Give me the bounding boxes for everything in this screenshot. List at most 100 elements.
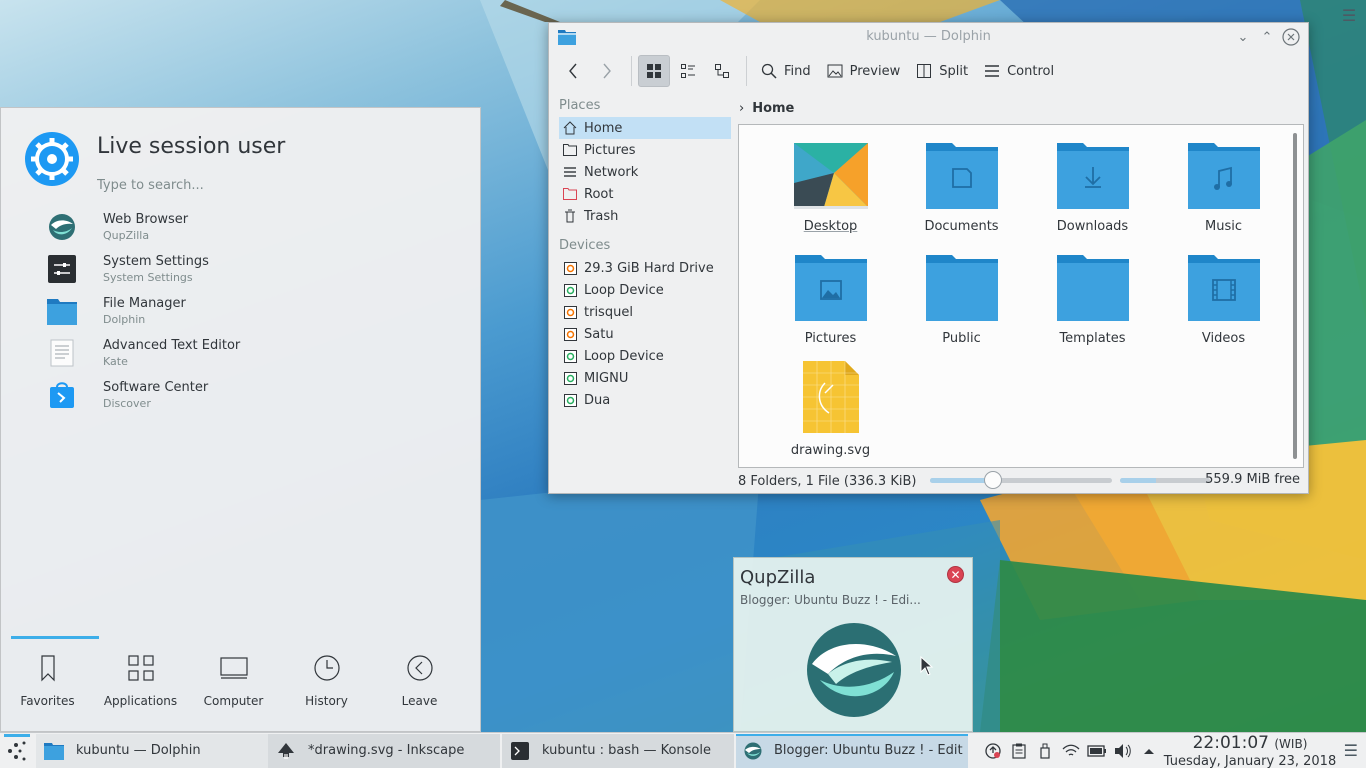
toolbar-separator	[746, 56, 747, 86]
favorite-software-center[interactable]: Software Center Discover	[41, 374, 461, 416]
file-name: Downloads	[1056, 219, 1129, 234]
settings-icon	[47, 254, 77, 284]
dolphin-toolbar: Find Preview Split Control	[549, 53, 1308, 89]
vertical-scrollbar[interactable]	[1293, 133, 1297, 459]
close-button[interactable]	[1281, 27, 1301, 47]
file-item-desktop[interactable]: Desktop	[765, 139, 896, 251]
device-item[interactable]: Loop Device	[559, 279, 731, 301]
details-view-button[interactable]	[706, 55, 738, 87]
task-dolphin[interactable]: kubuntu — Dolphin	[36, 733, 268, 768]
maximize-button[interactable]: ⌃	[1257, 27, 1277, 47]
device-item[interactable]: trisquel	[559, 301, 731, 323]
task-inkscape[interactable]: *drawing.svg - Inkscape	[268, 733, 500, 768]
preview-button[interactable]: Preview	[819, 55, 909, 87]
tab-leave[interactable]: Leave	[373, 648, 466, 718]
application-launcher-button[interactable]	[0, 733, 36, 768]
tab-computer[interactable]: Computer	[187, 648, 280, 718]
file-name: Pictures	[804, 331, 857, 346]
qupzilla-logo-icon	[807, 623, 901, 717]
window-title: kubuntu — Dolphin	[866, 29, 991, 44]
usb-device-icon[interactable]	[1032, 740, 1058, 762]
file-item-videos[interactable]: Videos	[1158, 251, 1289, 363]
tab-favorites[interactable]: Favorites	[1, 648, 94, 718]
tab-history[interactable]: History	[280, 648, 373, 718]
search-icon	[761, 63, 777, 79]
favorite-title: Web Browser	[103, 212, 189, 227]
tray-expand-icon[interactable]	[1136, 740, 1162, 762]
device-item[interactable]: Loop Device	[559, 345, 731, 367]
minimize-button[interactable]: ⌄	[1233, 27, 1253, 47]
file-name: drawing.svg	[790, 443, 871, 458]
device-label: Dua	[584, 392, 611, 408]
device-item[interactable]: Dua	[559, 389, 731, 411]
file-item-music[interactable]: Music	[1158, 139, 1289, 251]
kickoff-icon	[8, 741, 26, 760]
window-preview-tooltip[interactable]: QupZilla Blogger: Ubuntu Buzz ! - Edi...…	[733, 557, 973, 732]
zoom-slider[interactable]	[930, 471, 1112, 489]
computer-icon	[219, 657, 248, 679]
device-item[interactable]: MIGNU	[559, 367, 731, 389]
applications-grid-icon	[127, 655, 154, 681]
file-item-templates[interactable]: Templates	[1027, 251, 1158, 363]
battery-icon[interactable]	[1084, 740, 1110, 762]
forward-button[interactable]	[591, 55, 623, 87]
digital-clock[interactable]: 22:01:07 (WIB) Tuesday, January 23, 2018	[1160, 734, 1340, 768]
device-item[interactable]: Satu	[559, 323, 731, 345]
network-icon	[563, 165, 577, 179]
favorite-title: Advanced Text Editor	[103, 338, 241, 353]
icons-view-button[interactable]	[638, 55, 670, 87]
places-label: Home	[584, 120, 623, 136]
clock-time: 22:01:07	[1192, 733, 1269, 753]
control-button[interactable]: Control	[976, 55, 1062, 87]
back-button[interactable]	[557, 55, 589, 87]
task-label: kubuntu — Dolphin	[76, 743, 201, 758]
places-item-pictures[interactable]: Pictures	[559, 139, 731, 161]
tooltip-close-button[interactable]: ✕	[947, 566, 964, 583]
clipboard-icon[interactable]	[1006, 740, 1032, 762]
favorite-title: System Settings	[103, 254, 209, 269]
application-launcher: Live session user Web Browser QupZilla S…	[0, 107, 481, 732]
places-item-network[interactable]: Network	[559, 161, 731, 183]
file-view[interactable]: Desktop Documents Downloads Music Pictur…	[738, 124, 1304, 468]
updates-icon[interactable]	[980, 740, 1006, 762]
places-item-root[interactable]: Root	[559, 183, 731, 205]
breadcrumb[interactable]: › Home	[739, 97, 794, 119]
drive-icon	[563, 305, 577, 319]
panel-menu-icon[interactable]: ☰	[1344, 741, 1358, 760]
close-icon	[1282, 28, 1300, 46]
device-item[interactable]: 29.3 GiB Hard Drive	[559, 257, 731, 279]
launcher-tabs: Favorites Applications Computer History …	[1, 648, 481, 718]
file-item-drawing-svg[interactable]: drawing.svg	[765, 361, 896, 475]
places-item-trash[interactable]: Trash	[559, 205, 731, 227]
file-item-pictures[interactable]: Pictures	[765, 251, 896, 363]
desktop-menu-icon[interactable]: ☰	[1336, 2, 1362, 28]
file-item-documents[interactable]: Documents	[896, 139, 1027, 251]
chevron-right-icon: ›	[739, 100, 745, 116]
find-button[interactable]: Find	[753, 55, 819, 87]
volume-icon[interactable]	[1110, 740, 1136, 762]
favorite-text-editor[interactable]: Advanced Text Editor Kate	[41, 332, 461, 374]
task-qupzilla[interactable]: Blogger: Ubuntu Buzz ! - Edit ...	[736, 733, 968, 768]
wifi-icon[interactable]	[1058, 740, 1084, 762]
task-konsole[interactable]: kubuntu : bash — Konsole	[502, 733, 734, 768]
favorite-system-settings[interactable]: System Settings System Settings	[41, 248, 461, 290]
launcher-search-input[interactable]	[97, 174, 457, 196]
favorite-file-manager[interactable]: File Manager Dolphin	[41, 290, 461, 332]
favorite-subtitle: Kate	[103, 355, 128, 368]
text-editor-icon	[47, 338, 77, 368]
window-titlebar[interactable]: kubuntu — Dolphin ⌄ ⌃	[549, 23, 1308, 51]
tab-applications[interactable]: Applications	[94, 648, 187, 718]
close-icon: ✕	[950, 567, 961, 582]
file-item-downloads[interactable]: Downloads	[1027, 139, 1158, 251]
split-button[interactable]: Split	[908, 55, 976, 87]
places-item-home[interactable]: Home	[559, 117, 731, 139]
breadcrumb-home[interactable]: Home	[752, 101, 794, 116]
file-item-public[interactable]: Public	[896, 251, 1027, 363]
compact-view-button[interactable]	[672, 55, 704, 87]
zoom-slider-handle[interactable]	[984, 471, 1002, 489]
user-avatar[interactable]	[25, 132, 79, 186]
favorite-subtitle: Discover	[103, 397, 151, 410]
clock-timezone: (WIB)	[1274, 737, 1308, 751]
favorite-web-browser[interactable]: Web Browser QupZilla	[41, 206, 461, 248]
favorite-subtitle: Dolphin	[103, 313, 146, 326]
